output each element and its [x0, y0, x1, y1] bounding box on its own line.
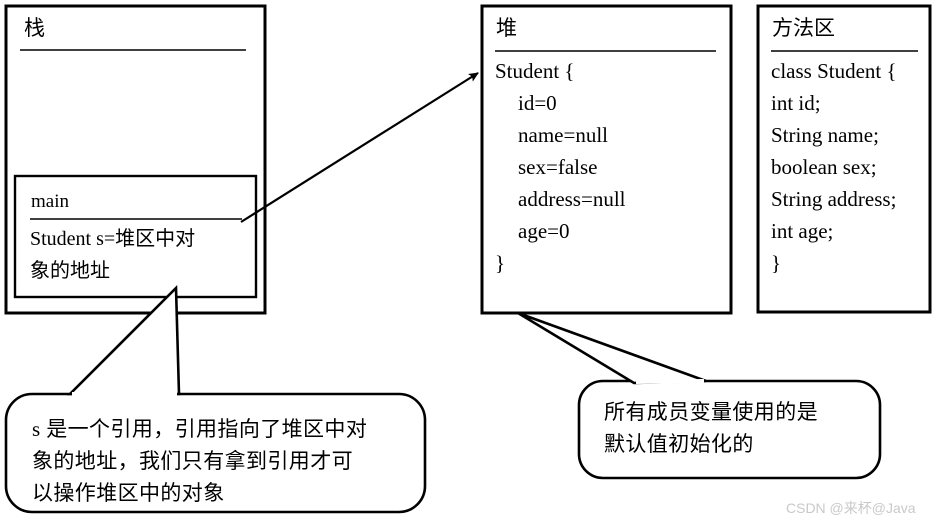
default-values-tail-base-mask	[635, 379, 705, 384]
default-values-callout-line-1: 所有成员变量使用的是	[604, 400, 818, 424]
method-area-line-3: String name;	[771, 123, 879, 147]
method-area-line-6: int age;	[771, 219, 834, 243]
heap-line-1: Student {	[495, 59, 575, 83]
heap-line-2: id=0	[518, 91, 557, 115]
method-area-line-1: class Student {	[771, 59, 897, 83]
stack-reference-callout-line-1: s 是一个引用，引用指向了堆区中对	[32, 417, 368, 441]
main-frame-line-2: 象的地址	[30, 260, 110, 282]
csdn-watermark: CSDN @来杯@Java	[786, 500, 916, 516]
heap-line-4: sex=false	[518, 155, 598, 179]
method-area-line-4: boolean sex;	[771, 155, 877, 179]
heap-line-3: name=null	[518, 123, 608, 147]
stack-reference-callout-line-2: 象的地址，我们只有拿到引用才可	[32, 449, 353, 473]
heap-line-7: }	[495, 251, 506, 275]
main-frame-title: main	[31, 191, 69, 212]
heap-line-6: age=0	[518, 219, 570, 243]
method-area-line-5: String address;	[771, 187, 897, 211]
method-area-line-7: }	[771, 251, 782, 275]
stack-region-title: 栈	[24, 16, 45, 40]
main-frame-line-1: Student s=堆区中对	[30, 228, 196, 250]
default-values-callout-line-2: 默认值初始化的	[604, 432, 754, 456]
method-area-region-title: 方法区	[772, 16, 835, 40]
heap-region-title: 堆	[496, 16, 517, 40]
stack-reference-callout-line-3: 以操作堆区中的对象	[32, 481, 225, 505]
diagram-canvas: 栈 main Student s=堆区中对 象的地址 堆 Student { i…	[0, 0, 943, 525]
stack-to-heap-reference-arrow	[240, 72, 479, 223]
heap-line-5: address=null	[518, 187, 626, 211]
default-values-callout-tail	[517, 311, 707, 385]
method-area-line-2: int id;	[771, 91, 821, 115]
default-values-callout-bubble	[577, 379, 882, 480]
